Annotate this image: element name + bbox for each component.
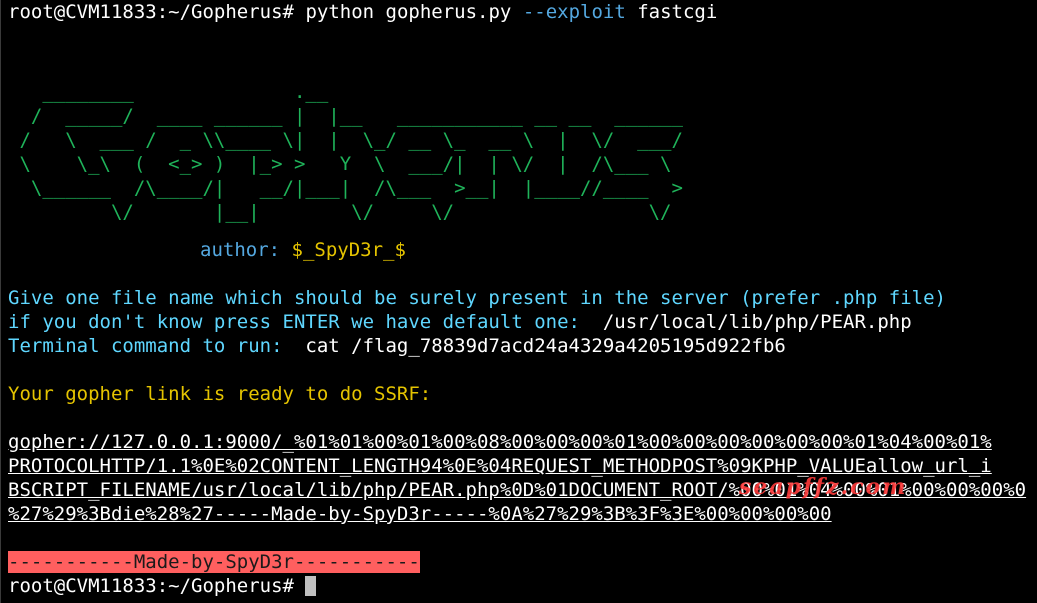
author-line: author: $_SpyD3r_$ bbox=[200, 238, 406, 262]
text-cursor bbox=[305, 576, 317, 596]
command-arg: fastcgi bbox=[637, 1, 718, 23]
command-line: root@CVM11833:~/Gopherus# python gopheru… bbox=[8, 0, 717, 24]
watermark-text: seapffz.com bbox=[739, 474, 908, 500]
author-name: $_SpyD3r_$ bbox=[291, 239, 406, 261]
gopherus-ascii-banner: ________ .__ / _____/ ____ ______ | |__ … bbox=[19, 81, 683, 223]
prompt-cwd: :~/Gopherus# bbox=[156, 1, 294, 23]
command-option: --exploit bbox=[522, 1, 626, 23]
command-program: python gopherus.py bbox=[305, 1, 512, 23]
final-prompt-line[interactable]: root@CVM11833:~/Gopherus# bbox=[8, 574, 317, 598]
gopher-link-line-4[interactable]: %27%29%3Bdie%28%27-----Made-by-SpyD3r---… bbox=[8, 502, 832, 526]
prompt-default-line: if you don't know press ENTER we have de… bbox=[8, 310, 912, 334]
final-prompt-user-host: root@CVM11833 bbox=[8, 575, 157, 597]
footer-band-line: -----------Made-by-SpyD3r----------- bbox=[8, 550, 420, 574]
final-prompt-cwd: :~/Gopherus# bbox=[156, 575, 294, 597]
prompt-filename-line: Give one file name which should be surel… bbox=[8, 287, 946, 309]
prompt-command-line: Terminal command to run: cat /flag_78839… bbox=[8, 334, 786, 358]
made-by-band: -----------Made-by-SpyD3r----------- bbox=[8, 551, 420, 573]
terminal-window[interactable]: root@CVM11833:~/Gopherus# python gopheru… bbox=[0, 0, 1037, 603]
prompt-default-text: if you don't know press ENTER we have de… bbox=[8, 311, 592, 333]
gopher-link-line-1[interactable]: gopher://127.0.0.1:9000/_%01%01%00%01%00… bbox=[8, 430, 992, 454]
prompt-command-value: cat /flag_78839d7acd24a4329a4205195d922f… bbox=[293, 335, 786, 357]
prompt-command-text: Terminal command to run: bbox=[8, 335, 294, 357]
result-heading: Your gopher link is ready to do SSRF: bbox=[8, 383, 432, 405]
prompt-user-host: root@CVM11833 bbox=[8, 1, 157, 23]
prompt-default-value: /usr/local/lib/php/PEAR.php bbox=[591, 311, 912, 333]
author-label: author: bbox=[200, 239, 292, 261]
